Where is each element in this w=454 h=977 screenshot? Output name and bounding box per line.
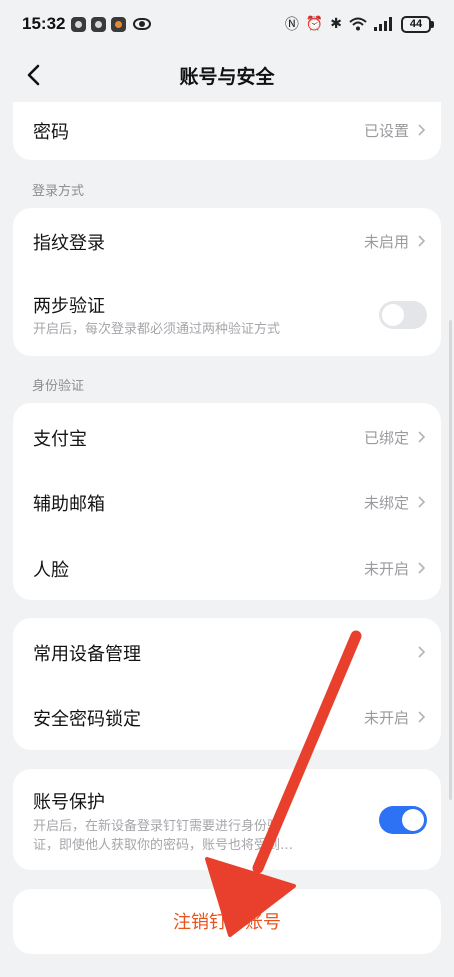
- email-row[interactable]: 辅助邮箱 未绑定: [13, 469, 441, 535]
- protection-label: 账号保护: [33, 792, 105, 813]
- alipay-value: 已绑定: [363, 429, 409, 447]
- two-step-description: 开启后，每次登录都必须通过两种验证方式: [33, 322, 281, 337]
- section-title-login: 登录方式: [32, 184, 85, 199]
- protection-toggle[interactable]: [379, 806, 427, 834]
- face-row[interactable]: 人脸 未开启: [13, 535, 441, 600]
- chevron-right-icon: [418, 711, 426, 723]
- face-value: 未开启: [363, 560, 409, 578]
- toggle-knob: [402, 809, 424, 831]
- chevron-right-icon: [418, 562, 426, 574]
- fingerprint-row[interactable]: 指纹登录 未启用: [13, 208, 441, 274]
- signal-icon: [374, 17, 392, 31]
- battery-icon: 44: [401, 15, 434, 33]
- toggle-knob: [382, 304, 404, 326]
- devices-label: 常用设备管理: [33, 644, 141, 665]
- app-notification-icon: [71, 16, 87, 32]
- chevron-right-icon: [418, 496, 426, 508]
- fingerprint-label: 指纹登录: [33, 233, 105, 254]
- nfc-icon: Ⓝ: [284, 17, 299, 33]
- system-icons: Ⓝ ⏰ ✱ 44: [285, 14, 434, 34]
- notification-icons: [71, 16, 152, 32]
- bluetooth-icon: ✱: [330, 16, 342, 32]
- device-card: 常用设备管理 安全密码锁定 未开启: [13, 618, 441, 750]
- protection-description-line1: 开启后，在新设备登录钉钉需要进行身份验: [33, 819, 281, 834]
- two-step-label: 两步验证: [33, 296, 105, 317]
- email-value: 未绑定: [363, 494, 409, 512]
- wifi-icon: [349, 17, 367, 31]
- identity-card: 支付宝 已绑定 辅助邮箱 未绑定 人脸 未开启: [13, 403, 441, 600]
- security-lock-row[interactable]: 安全密码锁定 未开启: [13, 684, 441, 750]
- protection-description-line2: 证，即使他人获取你的密码，账号也将受到…: [33, 838, 294, 853]
- password-label: 密码: [33, 122, 69, 143]
- chevron-right-icon: [418, 235, 426, 247]
- alarm-icon: ⏰: [305, 16, 324, 32]
- nav-bar: 账号与安全: [0, 48, 454, 102]
- page-title: 账号与安全: [179, 66, 275, 88]
- security-lock-value: 未开启: [363, 709, 409, 727]
- chevron-right-icon: [418, 124, 426, 136]
- eye-icon: [133, 18, 152, 30]
- email-label: 辅助邮箱: [33, 494, 105, 515]
- fingerprint-value: 未启用: [363, 233, 409, 251]
- password-card: 密码 已设置: [13, 102, 441, 160]
- protection-card: 账号保护 开启后，在新设备登录钉钉需要进行身份验 证，即使他人获取你的密码，账号…: [13, 769, 441, 870]
- chevron-right-icon: [418, 431, 426, 443]
- chevron-right-icon: [418, 646, 426, 658]
- scrollbar[interactable]: [449, 320, 452, 800]
- logout-card[interactable]: 注销钉钉账号: [13, 889, 441, 954]
- status-time: 15:32: [22, 14, 66, 33]
- password-row[interactable]: 密码 已设置: [13, 102, 441, 160]
- section-title-identity: 身份验证: [32, 379, 85, 394]
- alipay-label: 支付宝: [33, 429, 87, 450]
- battery-level: 44: [401, 15, 431, 33]
- devices-row[interactable]: 常用设备管理: [13, 618, 441, 684]
- two-step-row: 两步验证 开启后，每次登录都必须通过两种验证方式: [13, 274, 441, 356]
- security-lock-label: 安全密码锁定: [33, 709, 141, 730]
- login-card: 指纹登录 未启用 两步验证 开启后，每次登录都必须通过两种验证方式: [13, 208, 441, 356]
- protection-row: 账号保护 开启后，在新设备登录钉钉需要进行身份验 证，即使他人获取你的密码，账号…: [13, 769, 441, 870]
- two-step-toggle[interactable]: [379, 301, 427, 329]
- app-notification-icon: [111, 16, 127, 32]
- app-notification-icon: [91, 16, 107, 32]
- alipay-row[interactable]: 支付宝 已绑定: [13, 403, 441, 469]
- status-bar: 15:32 Ⓝ ⏰ ✱ 44: [0, 0, 454, 48]
- password-value: 已设置: [363, 122, 409, 140]
- delete-account-button[interactable]: 注销钉钉账号: [13, 908, 441, 934]
- face-label: 人脸: [33, 560, 69, 581]
